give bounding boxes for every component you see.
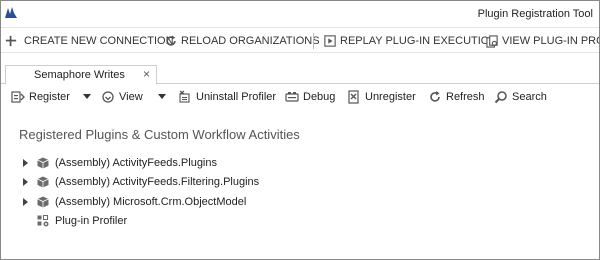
section-title: Registered Plugins & Custom Workflow Act… [19,127,300,142]
tree-item-label: Plug-in Profiler [55,215,128,228]
replay-plugin-execution-button[interactable]: REPLAY PLUG-IN EXECUTION [324,33,497,49]
refresh-button[interactable]: Refresh [428,89,485,105]
plugin-toolbar: Register View Uninstall Profiler Debug U… [1,85,599,109]
register-dropdown-caret[interactable] [83,94,91,99]
refresh-icon [430,91,440,102]
replay-plugin-execution-label: REPLAY PLUG-IN EXECUTION [340,35,498,47]
view-plugin-profile-label: VIEW PLUG-IN PROFIL [502,35,599,47]
tree-item-microsoft-crm-objectmodel[interactable]: (Assembly) Microsoft.Crm.ObjectModel [23,192,259,212]
reload-organizations-button[interactable]: RELOAD ORGANIZATIONS [165,33,320,49]
tree-item-label: (Assembly) ActivityFeeds.Plugins [55,156,217,169]
tree-item-activityfeeds-filtering-plugins[interactable]: (Assembly) ActivityFeeds.Filtering.Plugi… [23,173,259,193]
replay-icon [324,35,336,47]
plugin-tree: (Assembly) ActivityFeeds.Plugins (Assemb… [23,153,259,231]
unregister-button[interactable]: Unregister [347,89,416,105]
register-button[interactable]: Register [11,89,70,105]
debug-button[interactable]: Debug [285,89,335,105]
unregister-icon [348,90,359,104]
dynamics-logo-icon [5,7,17,18]
assembly-icon [37,157,49,169]
register-icon [11,91,25,103]
close-icon[interactable]: × [143,67,150,81]
uninstall-profiler-label: Uninstall Profiler [196,91,277,103]
tree-item-label: (Assembly) ActivityFeeds.Filtering.Plugi… [55,176,260,189]
assembly-icon [37,196,49,208]
expand-arrow-icon[interactable] [23,158,28,167]
debug-icon [285,92,299,102]
reload-icon [166,35,176,46]
tab-label: Semaphore Writes [34,69,125,81]
assembly-icon [37,176,49,188]
search-icon [494,91,507,104]
view-icon [102,91,114,103]
main-toolbar: CREATE NEW CONNECTION RELOAD ORGANIZATIO… [1,27,599,53]
app-title: Plugin Registration Tool [477,8,593,20]
debug-label: Debug [303,91,336,103]
tree-item-activityfeeds-plugins[interactable]: (Assembly) ActivityFeeds.Plugins [23,153,259,173]
toolbar-divider [313,33,314,49]
create-new-connection-button[interactable]: CREATE NEW CONNECTION [5,33,174,49]
title-bar: Plugin Registration Tool [1,1,599,27]
register-label: Register [29,91,70,103]
unregister-label: Unregister [365,91,416,103]
expand-arrow-icon[interactable] [23,178,28,187]
tree-item-plugin-profiler[interactable]: Plug-in Profiler [23,212,259,232]
profiler-icon [37,215,49,227]
tree-item-label: (Assembly) Microsoft.Crm.ObjectModel [55,195,247,208]
refresh-label: Refresh [446,91,485,103]
view-profile-icon [486,34,498,48]
search-label: Search [512,91,547,103]
view-plugin-profile-button[interactable]: VIEW PLUG-IN PROFIL [486,33,599,49]
plus-icon [5,35,17,47]
app-window: Plugin Registration Tool CREATE NEW CONN… [0,0,600,260]
expand-arrow-icon[interactable] [23,197,28,206]
view-button[interactable]: View [101,89,143,105]
reload-organizations-label: RELOAD ORGANIZATIONS [181,35,320,47]
create-new-connection-label: CREATE NEW CONNECTION [24,35,174,47]
uninstall-profiler-icon [179,90,190,103]
uninstall-profiler-button[interactable]: Uninstall Profiler [178,89,276,105]
view-label: View [119,91,143,103]
search-button[interactable]: Search [494,89,547,105]
document-tabs: Semaphore Writes × [1,53,599,85]
view-dropdown-caret[interactable] [158,94,166,99]
tab-semaphore-writes[interactable]: Semaphore Writes × [5,65,157,85]
